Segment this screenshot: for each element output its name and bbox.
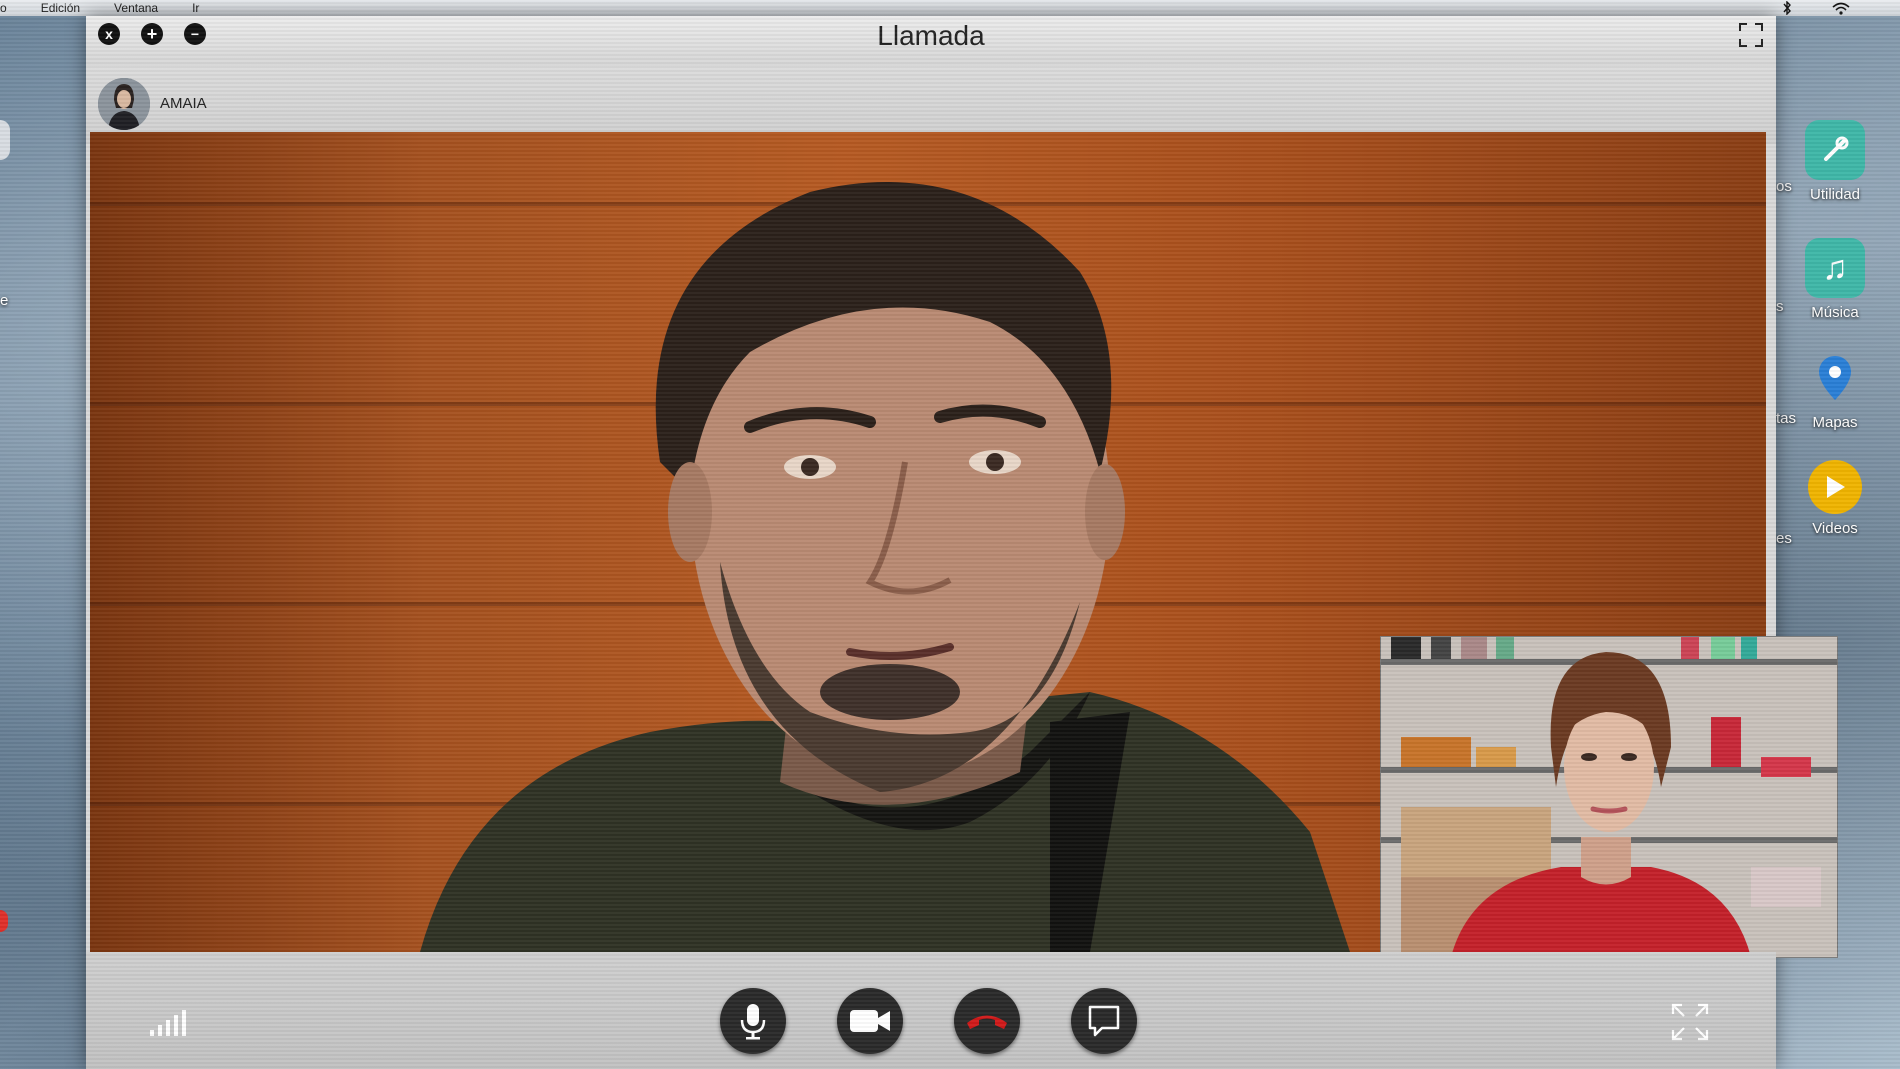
desktop-partial-label: s bbox=[1776, 298, 1784, 315]
desktop-partial-label: es bbox=[1776, 530, 1792, 547]
play-icon bbox=[1808, 460, 1862, 514]
music-icon: ♫ bbox=[1805, 238, 1865, 298]
left-desktop-label: e bbox=[0, 292, 9, 309]
utility-icon bbox=[1805, 120, 1865, 180]
menu-item-file[interactable]: o bbox=[0, 1, 7, 15]
microphone-button[interactable] bbox=[720, 988, 786, 1054]
desktop-icon-label: Música bbox=[1811, 304, 1859, 321]
call-window: x + − Llamada AMAIA bbox=[86, 16, 1838, 1069]
desktop-icon-videos[interactable]: Videos bbox=[1770, 460, 1900, 537]
desktop-partial-label: tas bbox=[1776, 410, 1797, 427]
phone-hangup-icon bbox=[967, 1015, 1007, 1029]
self-view-video[interactable] bbox=[1380, 636, 1838, 958]
menu-item-window[interactable]: Ventana bbox=[114, 1, 158, 15]
fullscreen-icon[interactable] bbox=[1738, 22, 1764, 48]
expand-icon[interactable] bbox=[1670, 1002, 1710, 1042]
menu-bar: o Edición Ventana Ir bbox=[0, 0, 1900, 16]
bluetooth-icon[interactable] bbox=[1782, 1, 1792, 15]
avatar[interactable] bbox=[98, 78, 150, 130]
menu-item-go[interactable]: Ir bbox=[192, 1, 199, 15]
contact-name: AMAIA bbox=[160, 95, 207, 112]
microphone-icon bbox=[740, 1004, 766, 1040]
wifi-icon[interactable] bbox=[1832, 2, 1850, 15]
camera-button[interactable] bbox=[837, 988, 903, 1054]
chat-button[interactable] bbox=[1071, 988, 1137, 1054]
map-pin-icon bbox=[1805, 348, 1865, 408]
menu-item-edit[interactable]: Edición bbox=[41, 1, 80, 15]
desktop-icon-music[interactable]: ♫ Música bbox=[1770, 238, 1900, 321]
signal-strength-icon bbox=[150, 1010, 186, 1036]
left-desktop-edge bbox=[0, 120, 10, 160]
call-controls bbox=[86, 952, 1776, 1069]
desktop-partial-label: os bbox=[1776, 178, 1792, 195]
self-view-frame bbox=[1381, 637, 1837, 957]
title-bar: x + − Llamada bbox=[86, 16, 1776, 66]
chat-bubble-icon bbox=[1088, 1005, 1120, 1037]
hangup-button[interactable] bbox=[954, 988, 1020, 1054]
window-title: Llamada bbox=[877, 20, 985, 51]
video-camera-icon bbox=[850, 1010, 890, 1032]
